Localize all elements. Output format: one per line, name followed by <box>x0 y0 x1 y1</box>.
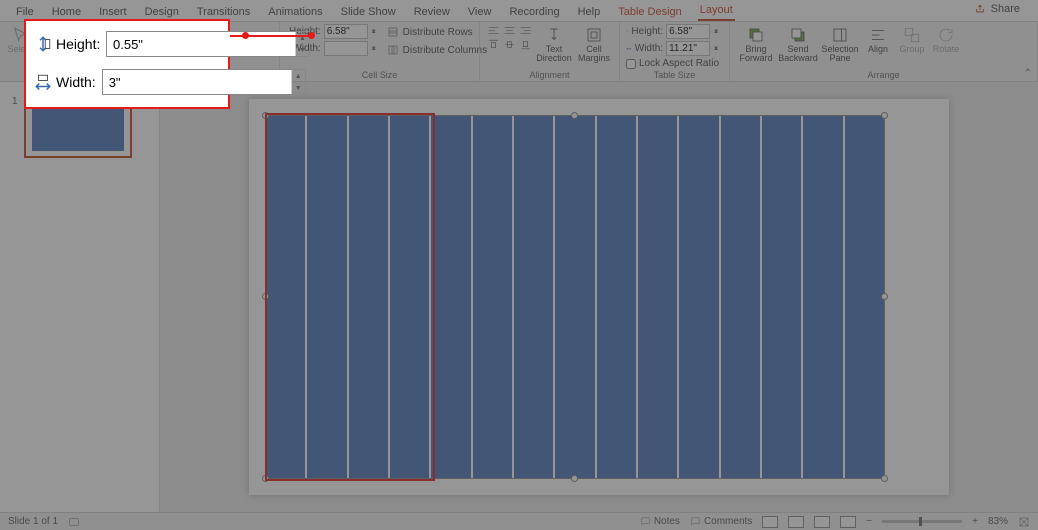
normal-view-button[interactable] <box>762 516 778 528</box>
table-width-field[interactable]: Width: ▲▼ <box>626 41 719 56</box>
table-height-field[interactable]: Height: ▲▼ <box>626 24 719 39</box>
spin-down[interactable]: ▼ <box>296 44 309 56</box>
cell-height-input[interactable] <box>324 24 368 39</box>
callout-height-label: Height: <box>34 35 100 53</box>
spellcheck-icon[interactable] <box>68 516 80 528</box>
send-bwd-icon <box>789 26 807 44</box>
share-icon <box>975 4 985 14</box>
rotate-button[interactable]: Rotate <box>930 24 962 54</box>
align-left-icon[interactable] <box>486 24 501 37</box>
group-icon <box>903 26 921 44</box>
tab-view[interactable]: View <box>466 3 494 21</box>
rotate-icon <box>937 26 955 44</box>
sel-pane-icon <box>831 26 849 44</box>
dist-cols-icon <box>387 44 399 56</box>
fit-window-icon[interactable] <box>1018 516 1030 528</box>
group-button[interactable]: Group <box>896 24 928 54</box>
tab-review[interactable]: Review <box>412 3 452 21</box>
zoom-in-button[interactable]: + <box>972 516 978 527</box>
collapse-ribbon-button[interactable]: ⌃ <box>1024 68 1032 79</box>
comments-button[interactable]: Comments <box>690 516 752 527</box>
align-bottom-icon[interactable] <box>518 38 533 51</box>
cell-margins-button[interactable]: Cell Margins <box>575 24 613 64</box>
zoom-slider[interactable] <box>882 520 962 523</box>
resize-handle[interactable] <box>881 475 888 482</box>
text-dir-icon <box>545 26 563 44</box>
align-button[interactable]: Align <box>862 24 894 54</box>
lock-aspect-checkbox[interactable]: Lock Aspect Ratio <box>626 58 719 69</box>
height-icon <box>626 30 628 32</box>
callout-arrow-head <box>308 32 315 39</box>
width-icon <box>34 73 52 91</box>
group-label-alignment: Alignment <box>486 70 613 81</box>
table-width-input[interactable] <box>666 41 710 56</box>
status-bar: Slide 1 of 1 Notes Comments − + 83% <box>0 512 1038 530</box>
slide-thumbnails-pane[interactable]: 1 <box>0 82 160 512</box>
thumb-number: 1 <box>12 96 18 158</box>
bring-fwd-icon <box>747 26 765 44</box>
share-label: Share <box>989 0 1022 18</box>
height-icon <box>34 35 52 53</box>
spin-up[interactable]: ▲ <box>296 32 309 44</box>
align-middle-icon[interactable] <box>502 38 517 51</box>
resize-handle[interactable] <box>881 112 888 119</box>
align-center-icon[interactable] <box>502 24 517 37</box>
zoom-level[interactable]: 83% <box>988 516 1008 527</box>
slideshow-view-button[interactable] <box>840 516 856 528</box>
tab-help[interactable]: Help <box>576 3 603 21</box>
share-button[interactable]: Share <box>973 0 1024 21</box>
align-icon <box>869 26 887 44</box>
align-right-icon[interactable] <box>518 24 533 37</box>
group-label-arrange: Arrange <box>736 70 1031 81</box>
tab-table-design[interactable]: Table Design <box>616 3 684 21</box>
group-label-tablesize: Table Size <box>626 70 723 81</box>
resize-handle[interactable] <box>262 293 269 300</box>
workspace: 1 <box>0 82 1038 512</box>
comments-icon <box>690 516 701 527</box>
sorter-view-button[interactable] <box>788 516 804 528</box>
zoom-out-button[interactable]: − <box>866 516 872 527</box>
distribute-cols-button[interactable]: Distribute Columns <box>387 42 487 58</box>
bring-forward-button[interactable]: Bring Forward <box>736 24 776 64</box>
tab-layout[interactable]: Layout <box>698 1 735 21</box>
resize-handle[interactable] <box>881 293 888 300</box>
group-label-cellsize: Cell Size <box>286 70 473 81</box>
tab-recording[interactable]: Recording <box>507 3 561 21</box>
tab-animations[interactable]: Animations <box>266 3 324 21</box>
send-backward-button[interactable]: Send Backward <box>778 24 818 64</box>
cell-width-input[interactable] <box>324 41 368 56</box>
callout-width-input[interactable] <box>103 70 291 94</box>
slide-canvas[interactable] <box>160 82 1038 512</box>
slide-indicator: Slide 1 of 1 <box>8 516 58 527</box>
distribute-rows-button[interactable]: Distribute Rows <box>387 24 487 40</box>
notes-button[interactable]: Notes <box>640 516 680 527</box>
selection-pane-button[interactable]: Selection Pane <box>820 24 860 64</box>
table-height-input[interactable] <box>666 24 710 39</box>
resize-handle[interactable] <box>262 112 269 119</box>
align-top-icon[interactable] <box>486 38 501 51</box>
slide[interactable] <box>249 99 949 495</box>
callout-arrow-tail <box>242 32 249 39</box>
callout-width-field[interactable]: ▲▼ <box>102 69 306 95</box>
tab-slideshow[interactable]: Slide Show <box>339 3 398 21</box>
margins-icon <box>585 26 603 44</box>
resize-handle[interactable] <box>571 475 578 482</box>
spin-down[interactable]: ▼ <box>292 82 305 94</box>
reading-view-button[interactable] <box>814 516 830 528</box>
callout-width-label: Width: <box>34 73 96 91</box>
resize-handle[interactable] <box>571 112 578 119</box>
notes-icon <box>640 516 651 527</box>
text-direction-button[interactable]: Text Direction <box>535 24 573 64</box>
resize-handle[interactable] <box>262 475 269 482</box>
slide-table[interactable] <box>265 115 885 479</box>
spin-up[interactable]: ▲ <box>292 70 305 82</box>
width-icon <box>626 46 632 52</box>
dist-rows-icon <box>387 26 399 38</box>
cell-size-callout: Height: ▲▼ Width: ▲▼ <box>24 19 230 109</box>
